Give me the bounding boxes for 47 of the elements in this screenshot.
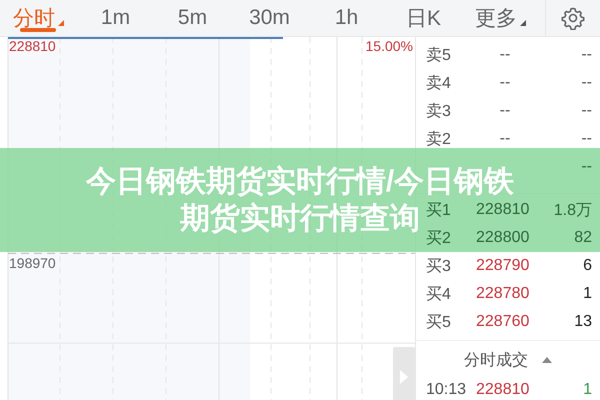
chart-tab[interactable]: 30m	[231, 0, 308, 36]
level-label: 买2	[426, 228, 452, 248]
level-label: 买1	[426, 200, 452, 220]
chart-tab[interactable]: 日K	[385, 0, 462, 36]
volume-text: --	[580, 74, 592, 92]
price-text: --	[498, 74, 512, 92]
volume-text: 1	[582, 381, 592, 399]
expand-handle[interactable]	[393, 347, 415, 400]
volume-text: --	[580, 158, 592, 176]
price-text: --	[498, 46, 512, 64]
volume-text: 1	[582, 285, 592, 303]
price-label: 198970	[9, 255, 56, 271]
chart-tab[interactable]: 1m	[77, 0, 154, 36]
trades-header[interactable]: 分时成交	[416, 345, 600, 375]
price-text: 228800	[476, 229, 530, 247]
price-text: 228780	[476, 285, 530, 303]
level-label: 卖4	[426, 74, 452, 94]
settings-icon[interactable]	[561, 6, 585, 30]
volume-text: --	[580, 130, 592, 148]
price-label: 228810	[9, 38, 56, 54]
price-text: --	[498, 102, 512, 120]
volume-text: --	[580, 46, 592, 64]
banner-title: 期货实时行情查询	[180, 201, 420, 237]
time-text: 10:13	[426, 381, 468, 399]
chart-tab[interactable]: 更多	[462, 0, 539, 36]
price-text: --	[498, 130, 512, 148]
level-label: 卖3	[426, 102, 452, 122]
volume-text: 13	[573, 313, 592, 331]
level-label: 买3	[426, 256, 452, 276]
level-label: 买5	[426, 312, 452, 332]
price-text: 228810	[476, 381, 530, 399]
volume-text: 6	[582, 257, 592, 275]
volume-text: 1.8万	[552, 200, 592, 220]
price-text: 228790	[476, 257, 530, 275]
level-label: 买4	[426, 284, 452, 304]
price-text: 228810	[476, 201, 530, 219]
chart-tab[interactable]: 5m	[154, 0, 231, 36]
volume-text: 82	[573, 229, 592, 247]
level-label: 卖2	[426, 130, 452, 150]
play-icon	[399, 369, 409, 385]
chart-tab[interactable]: 分时	[0, 0, 77, 36]
percent-label: 15.00%	[366, 38, 413, 54]
banner-title: 今日钢铁期货实时行情/今日钢铁	[86, 164, 514, 200]
price-text: 228760	[476, 313, 530, 331]
volume-text: --	[580, 102, 592, 120]
level-label: 卖5	[426, 46, 452, 66]
chart-tab[interactable]: 1h	[308, 0, 385, 36]
